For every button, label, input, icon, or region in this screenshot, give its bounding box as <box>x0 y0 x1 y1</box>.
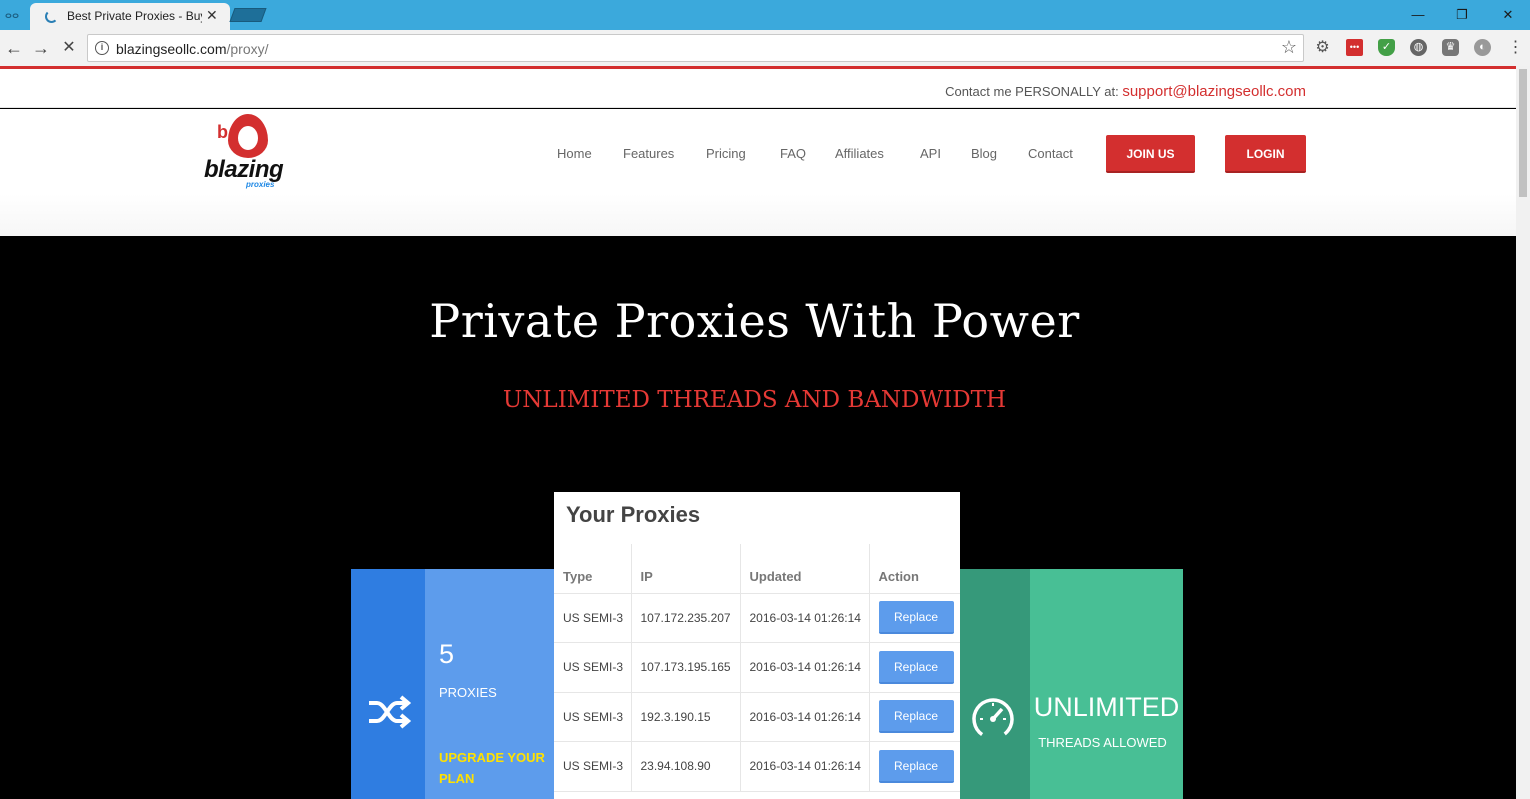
proxy-updated: 2016-03-14 01:26:14 <box>740 593 870 643</box>
url-host: blazingseollc.com <box>116 41 227 57</box>
proxy-updated: 2016-03-14 01:26:14 <box>740 741 870 792</box>
browser-titlebar: ⴰⴰ Best Private Proxies - Buy ✕ — ❐ ✕ <box>0 0 1530 30</box>
extension-shield-icon[interactable]: ✓ <box>1378 39 1395 56</box>
scrollbar-thumb[interactable] <box>1519 69 1527 197</box>
threads-icon-panel <box>960 569 1030 799</box>
new-tab-button[interactable] <box>229 8 267 22</box>
browser-tab[interactable]: Best Private Proxies - Buy ✕ <box>30 3 230 30</box>
extension-gear-icon[interactable]: ⚙ <box>1314 39 1331 56</box>
proxy-action: Replace <box>869 593 960 643</box>
column-header-ip: IP <box>631 544 741 594</box>
threads-value: UNLIMITED <box>1033 692 1180 722</box>
proxy-action: Replace <box>869 642 960 693</box>
replace-button[interactable]: Replace <box>878 700 954 734</box>
table-row: US SEMI-3 23.94.108.90 2016-03-14 01:26:… <box>554 741 960 792</box>
page-scrollbar[interactable] <box>1516 66 1530 799</box>
table-row: US SEMI-3 192.3.190.15 2016-03-14 01:26:… <box>554 692 960 742</box>
proxy-updated: 2016-03-14 01:26:14 <box>740 692 870 742</box>
nav-pricing[interactable]: Pricing <box>706 146 746 161</box>
url-text[interactable]: blazingseollc.com/proxy/ <box>116 41 269 57</box>
window-close-button[interactable]: ✕ <box>1486 4 1530 26</box>
logo-mark: b <box>217 122 228 142</box>
back-arrow-icon[interactable]: ← <box>2 36 26 60</box>
replace-button[interactable]: Replace <box>878 749 954 783</box>
proxy-type: US SEMI-3 <box>554 741 632 792</box>
loading-spinner-icon <box>45 10 58 23</box>
browser-menu-icon[interactable]: ⋮ <box>1507 39 1524 56</box>
nav-features[interactable]: Features <box>623 146 674 161</box>
upgrade-plan-link[interactable]: UPGRADE YOUR PLAN <box>439 747 549 789</box>
hero-title: Private Proxies With Power <box>429 294 1080 348</box>
shuffle-icon <box>369 695 411 729</box>
login-button[interactable]: LOGIN <box>1225 135 1306 173</box>
proxy-count-label: PROXIES <box>439 685 497 700</box>
proxy-ip: 107.173.195.165 <box>631 642 741 693</box>
tab-title: Best Private Proxies - Buy <box>67 9 202 23</box>
extension-password-icon[interactable]: ••• <box>1346 39 1363 56</box>
replace-button[interactable]: Replace <box>878 650 954 684</box>
table-row: US SEMI-3 107.172.235.207 2016-03-14 01:… <box>554 593 960 643</box>
proxies-count-panel: 5 PROXIES UPGRADE YOUR PLAN <box>425 569 554 799</box>
threads-label: THREADS ALLOWED <box>1038 735 1167 750</box>
bookmark-star-icon[interactable]: ☆ <box>1281 37 1297 58</box>
nav-api[interactable]: API <box>920 146 941 161</box>
proxy-ip: 107.172.235.207 <box>631 593 741 643</box>
extension-globe-icon[interactable]: ◍ <box>1410 39 1427 56</box>
url-path: /proxy/ <box>226 41 269 57</box>
flame-icon <box>228 114 268 158</box>
contact-bar: Contact me PERSONALLY at: support@blazin… <box>0 69 1516 108</box>
window-minimize-button[interactable]: — <box>1396 4 1440 26</box>
threads-panel: UNLIMITED THREADS ALLOWED <box>1030 569 1183 799</box>
header-shadow-band <box>0 194 1516 236</box>
proxy-type: US SEMI-3 <box>554 642 632 693</box>
proxies-panel: Your Proxies Type IP Updated Action US S… <box>554 492 960 799</box>
table-header-row: Type IP Updated Action <box>554 544 960 594</box>
contact-prefix: Contact me PERSONALLY at: <box>945 84 1123 99</box>
speedometer-icon <box>972 698 1014 740</box>
extension-lion-icon[interactable]: ♛ <box>1442 39 1459 56</box>
nav-affiliates[interactable]: Affiliates <box>835 146 884 161</box>
column-header-updated: Updated <box>740 544 870 594</box>
nav-faq[interactable]: FAQ <box>780 146 806 161</box>
extension-circle-icon[interactable]: ◐ <box>1474 39 1491 56</box>
contact-email-link[interactable]: support@blazingseollc.com <box>1122 83 1306 100</box>
replace-button[interactable]: Replace <box>878 601 954 635</box>
join-us-button[interactable]: JOIN US <box>1106 135 1195 173</box>
site-header: b blazing proxies Home Features Pricing … <box>0 109 1516 194</box>
proxies-panel-title: Your Proxies <box>566 502 701 527</box>
forward-arrow-icon[interactable]: → <box>29 36 53 60</box>
page-viewport: Contact me PERSONALLY at: support@blazin… <box>0 66 1516 799</box>
nav-home[interactable]: Home <box>557 146 592 161</box>
proxy-action: Replace <box>869 741 960 792</box>
table-row: US SEMI-3 107.173.195.165 2016-03-14 01:… <box>554 642 960 693</box>
proxy-action: Replace <box>869 692 960 742</box>
logo-subtitle: proxies <box>246 180 275 189</box>
blazing-proxies-logo[interactable]: b blazing proxies <box>204 114 300 190</box>
window-restore-button[interactable]: ❐ <box>1440 4 1484 26</box>
contact-text: Contact me PERSONALLY at: support@blazin… <box>945 83 1306 100</box>
proxies-table: Type IP Updated Action US SEMI-3 107.172… <box>554 544 960 792</box>
proxy-updated: 2016-03-14 01:26:14 <box>740 642 870 693</box>
nav-contact[interactable]: Contact <box>1028 146 1073 161</box>
column-header-type: Type <box>554 544 632 594</box>
proxy-type: US SEMI-3 <box>554 593 632 643</box>
nav-blog[interactable]: Blog <box>971 146 997 161</box>
proxy-ip: 192.3.190.15 <box>631 692 741 742</box>
proxy-ip: 23.94.108.90 <box>631 741 741 792</box>
address-bar[interactable]: i blazingseollc.com/proxy/ ☆ <box>87 34 1304 62</box>
incognito-icon: ⴰⴰ <box>4 9 20 21</box>
browser-toolbar: ← → ✕ i blazingseollc.com/proxy/ ☆ ⚙ •••… <box>0 30 1530 66</box>
stop-loading-icon[interactable]: ✕ <box>57 36 81 60</box>
hero-subtitle: UNLIMITED THREADS AND BANDWIDTH <box>502 387 1007 413</box>
column-header-action: Action <box>869 544 960 594</box>
proxies-icon-panel <box>351 569 425 799</box>
tab-close-icon[interactable]: ✕ <box>206 7 218 24</box>
proxy-type: US SEMI-3 <box>554 692 632 742</box>
site-info-icon[interactable]: i <box>95 41 109 55</box>
proxy-count: 5 <box>439 639 455 669</box>
